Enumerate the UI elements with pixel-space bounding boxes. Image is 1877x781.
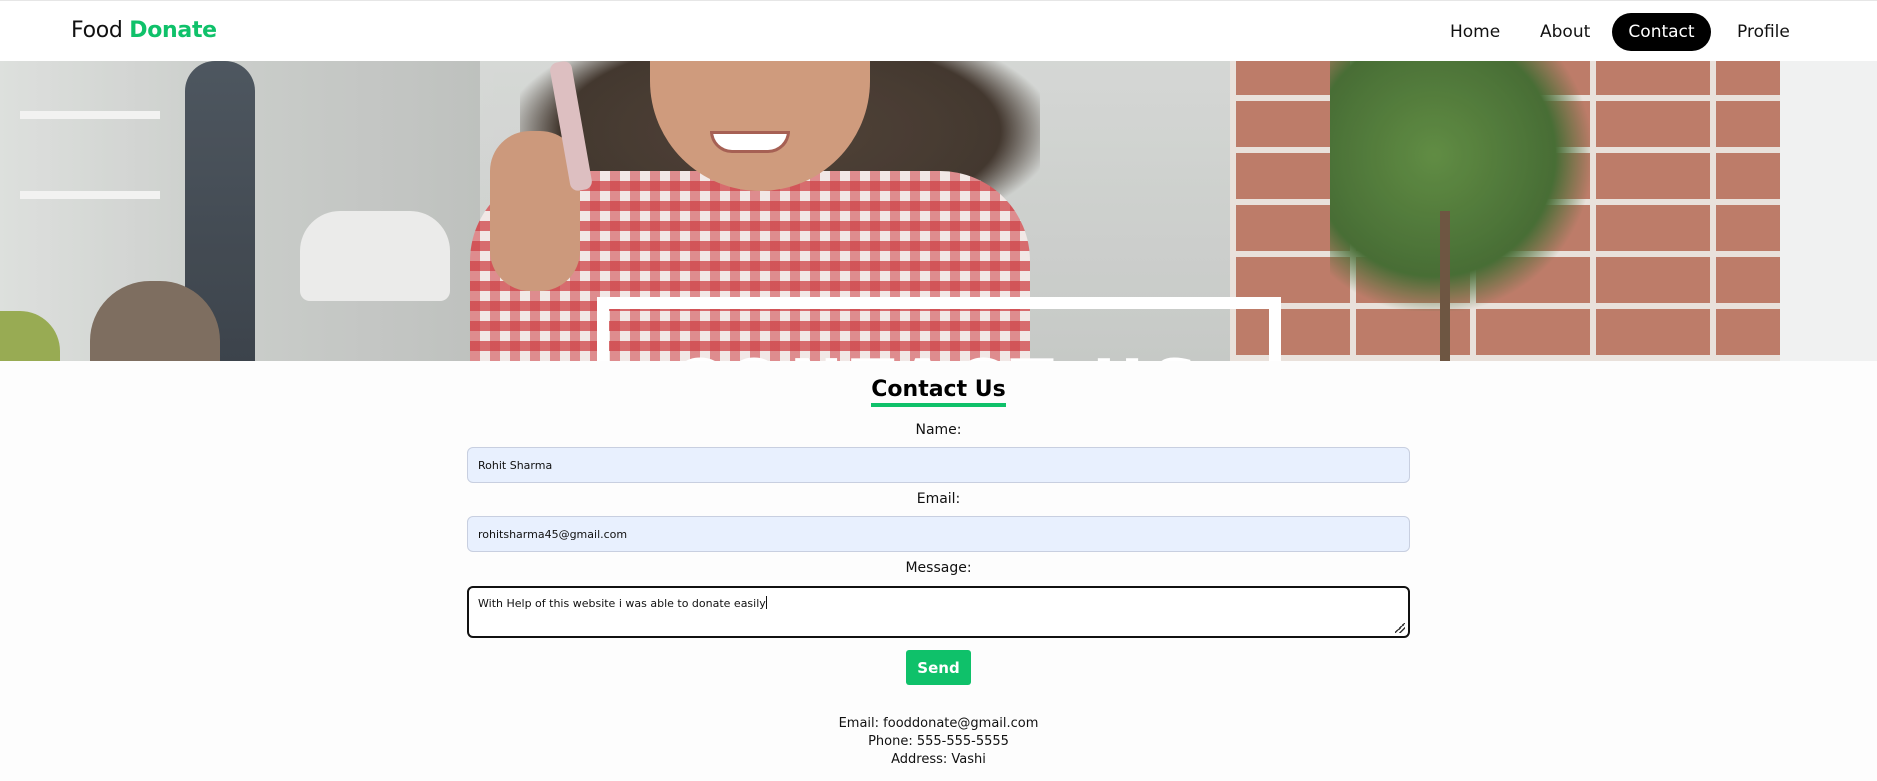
send-button[interactable]: Send: [906, 650, 971, 685]
email-label: Email:: [916, 491, 961, 507]
hero-title: CONTACT US: [597, 349, 1281, 361]
text-caret: [765, 596, 767, 609]
resize-handle-icon[interactable]: [1395, 623, 1405, 633]
name-label: Name:: [915, 422, 962, 438]
navbar: Food Donate Home About Contact Profile: [0, 0, 1877, 61]
contact-address: Address: Vashi: [891, 752, 986, 767]
email-input[interactable]: rohitsharma45@gmail.com: [467, 516, 1410, 552]
nav-link-about[interactable]: About: [1522, 13, 1608, 51]
message-label: Message:: [905, 560, 972, 576]
contact-form-title: Contact Us: [0, 377, 1877, 407]
logo-text-food: Food: [71, 18, 123, 43]
contact-form-title-text: Contact Us: [871, 377, 1006, 407]
nav-link-home[interactable]: Home: [1432, 13, 1518, 51]
message-textarea[interactable]: With Help of this website i was able to …: [467, 586, 1410, 638]
contact-email: Email: fooddonate@gmail.com: [838, 716, 1039, 731]
contact-phone: Phone: 555-555-5555: [868, 734, 1009, 749]
site-logo[interactable]: Food Donate: [71, 18, 217, 43]
name-input[interactable]: Rohit Sharma: [467, 447, 1410, 483]
hero-banner: CONTACT US: [0, 61, 1877, 361]
nav-link-contact[interactable]: Contact: [1612, 13, 1711, 51]
message-text: With Help of this website i was able to …: [478, 597, 766, 610]
nav-link-profile[interactable]: Profile: [1719, 13, 1808, 51]
logo-text-donate: Donate: [129, 18, 217, 43]
